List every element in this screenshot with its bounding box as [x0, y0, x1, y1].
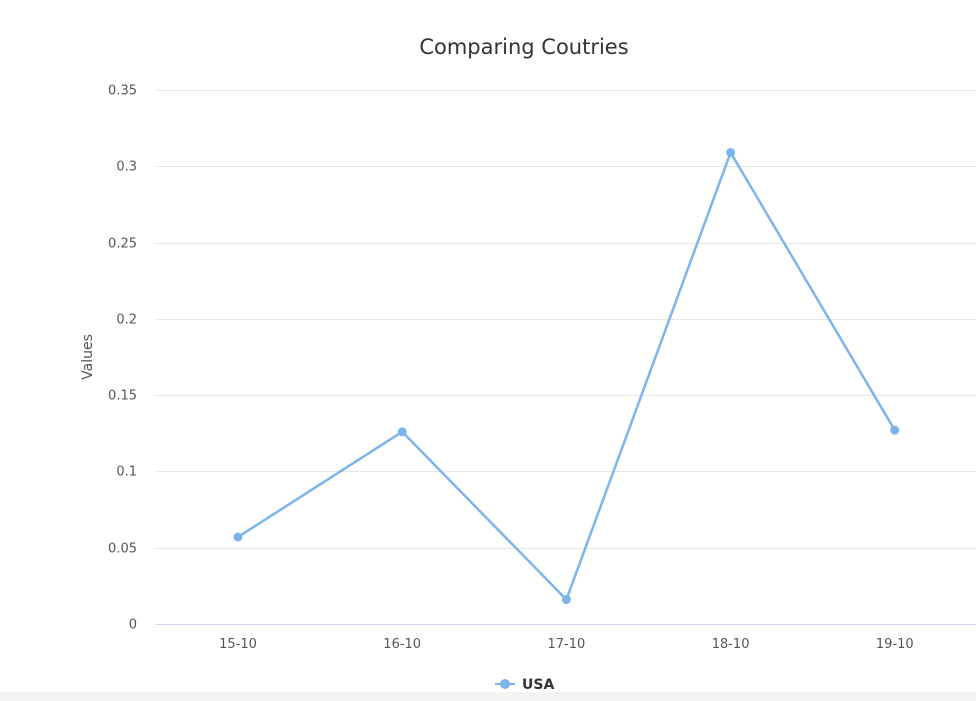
chart-title: Comparing Coutries — [419, 35, 628, 59]
data-point[interactable] — [890, 425, 900, 435]
x-tick-label: 16-10 — [383, 637, 421, 652]
y-axis: 0 0.05 0.1 0.15 0.2 0.25 0.3 0.35 — [108, 84, 137, 633]
y-tick-label: 0.2 — [116, 313, 137, 328]
x-axis: 15-10 16-10 17-10 18-10 19-10 — [156, 624, 976, 652]
legend[interactable]: USA — [495, 677, 554, 693]
y-tick-label: 0.15 — [108, 389, 137, 404]
series-line — [236, 151, 897, 601]
y-tick-label: 0.25 — [108, 237, 137, 252]
y-tick-label: 0.3 — [116, 160, 137, 175]
gridlines — [156, 90, 976, 549]
data-point[interactable] — [726, 148, 736, 158]
data-point[interactable] — [397, 427, 407, 437]
series-group — [233, 148, 900, 605]
x-tick-label: 19-10 — [876, 637, 914, 652]
line-chart: Comparing Coutries 0 0.05 0.1 0.15 0.2 0.25 0.… — [80, 35, 976, 693]
bottom-scroll-strip — [0, 692, 976, 701]
data-point[interactable] — [561, 595, 571, 605]
legend-marker-swatch — [500, 679, 510, 689]
chart-container: Comparing Coutries 0 0.05 0.1 0.15 0.2 0.25 0.… — [0, 0, 976, 701]
y-tick-label: 0 — [129, 618, 137, 633]
y-tick-label: 0.35 — [108, 84, 137, 99]
x-tick-label: 15-10 — [219, 637, 257, 652]
y-tick-label: 0.1 — [116, 465, 137, 480]
x-tick-label: 18-10 — [712, 637, 750, 652]
y-axis-title: Values — [80, 334, 96, 380]
y-tick-label: 0.05 — [108, 542, 137, 557]
data-point[interactable] — [233, 532, 243, 542]
x-tick-label: 17-10 — [548, 637, 586, 652]
legend-item-label[interactable]: USA — [522, 677, 554, 693]
